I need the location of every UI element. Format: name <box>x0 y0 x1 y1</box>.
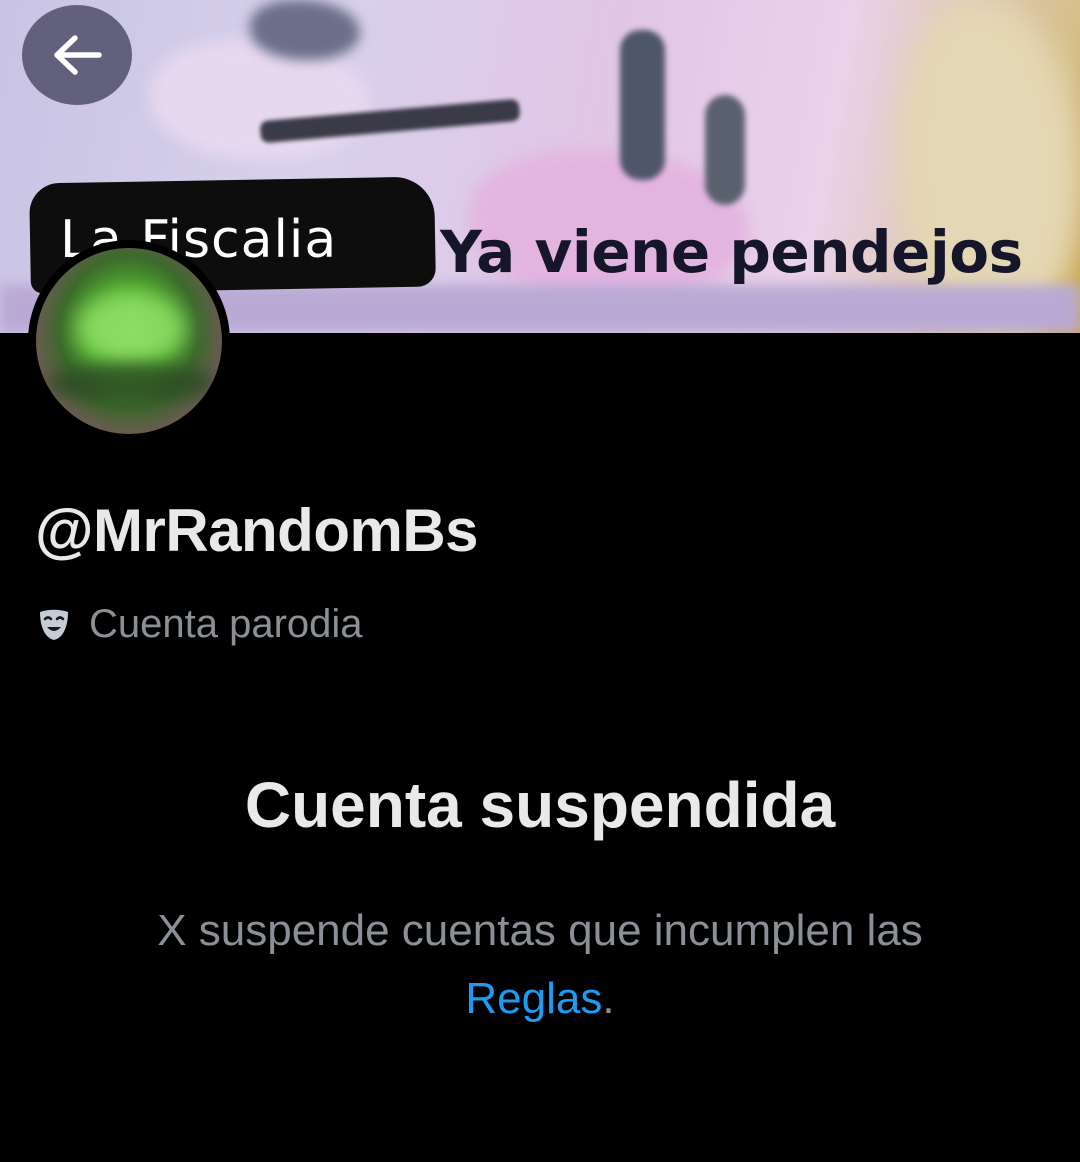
parody-label: Cuenta parodia <box>89 602 363 646</box>
suspended-title: Cuenta suspendida <box>244 769 836 841</box>
profile-handle: @MrRandomBs <box>35 497 479 564</box>
banner-shape <box>620 30 665 180</box>
rules-link[interactable]: Reglas <box>465 974 602 1023</box>
back-button[interactable] <box>22 5 132 105</box>
suspended-description: X suspende cuentas que incumplen las Reg… <box>90 897 990 1033</box>
parody-mask-icon <box>37 608 71 642</box>
banner-caption-right: Ya viene pendejos <box>440 218 1023 286</box>
banner-shape <box>150 40 370 160</box>
avatar[interactable] <box>36 248 222 434</box>
parody-badge: Cuenta parodia <box>37 602 363 647</box>
suspended-description-period: . <box>602 974 615 1023</box>
suspended-description-text: X suspende cuentas que incumplen las <box>157 906 923 955</box>
banner-shape <box>250 0 360 60</box>
arrow-left-icon <box>51 33 103 77</box>
banner-shape <box>705 95 745 205</box>
